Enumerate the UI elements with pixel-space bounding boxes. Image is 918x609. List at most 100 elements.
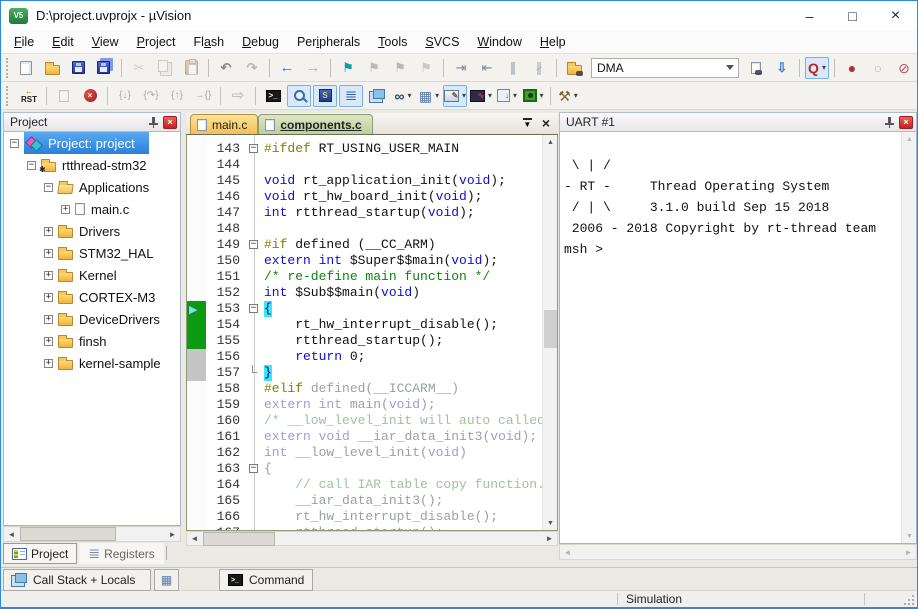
scroll-right-icon[interactable]: ► <box>901 545 916 559</box>
maximize-button[interactable]: □ <box>831 1 874 30</box>
close-button[interactable]: × <box>874 1 917 30</box>
callstack-window-button[interactable] <box>365 85 389 107</box>
memory-windows-button[interactable]: ▦▾ <box>417 85 441 107</box>
scroll-down-icon[interactable]: ▼ <box>902 529 917 543</box>
tab-call-stack-locals[interactable]: Call Stack + Locals <box>3 569 151 591</box>
scrollbar-thumb[interactable] <box>203 532 275 546</box>
paste-button[interactable] <box>179 57 203 79</box>
toolbox-button[interactable]: ⚒▾ <box>556 85 580 107</box>
fold-collapse-icon[interactable]: − <box>249 304 258 313</box>
scroll-right-icon[interactable]: ► <box>165 527 180 541</box>
indent-button[interactable]: ⇥ <box>449 57 473 79</box>
collapse-icon[interactable]: − <box>44 183 53 192</box>
uart-vertical-scrollbar[interactable]: ▲ ▼ <box>901 132 916 543</box>
expand-icon[interactable]: + <box>44 315 53 324</box>
tree-item-main-c[interactable]: +main.c <box>4 198 180 220</box>
run-to-cursor-button[interactable]: →{} <box>191 85 215 107</box>
scrollbar-thumb[interactable] <box>544 310 557 348</box>
save-button[interactable] <box>66 57 90 79</box>
trace-windows-button[interactable]: ↓▾ <box>495 85 519 107</box>
unindent-button[interactable]: ⇤ <box>475 57 499 79</box>
watch-windows-button[interactable]: ∞▾ <box>391 85 415 107</box>
redo-button[interactable]: ↷ <box>240 57 264 79</box>
bookmark-next-button[interactable]: ⚑ <box>362 57 386 79</box>
scroll-right-icon[interactable]: ► <box>542 532 557 546</box>
uart-terminal[interactable]: \ | /- RT - Thread Operating System / | … <box>559 132 917 544</box>
bookmark-prev-button[interactable]: ⚑ <box>388 57 412 79</box>
collapse-icon[interactable]: − <box>27 161 36 170</box>
document-list-icon[interactable]: ▼ <box>523 118 532 128</box>
close-document-icon[interactable]: × <box>542 116 550 130</box>
breakpoint-enable-disable-button[interactable]: ○ <box>866 57 890 79</box>
bookmark-toggle-button[interactable]: ⚑ <box>336 57 360 79</box>
minimize-button[interactable]: – <box>788 1 831 30</box>
bookmark-clear-all-button[interactable]: ⚑ <box>414 57 438 79</box>
reset-button[interactable]: ←RST <box>17 85 41 107</box>
expand-icon[interactable]: + <box>44 249 53 258</box>
disassembly-window-button[interactable] <box>287 85 311 107</box>
tree-item-finsh[interactable]: +finsh <box>4 330 180 352</box>
menu-window[interactable]: Window <box>468 32 530 52</box>
show-next-statement-button[interactable] <box>52 85 76 107</box>
expand-icon[interactable]: + <box>44 359 53 368</box>
find-all-references-button[interactable]: Q▾ <box>805 57 829 79</box>
collapse-icon[interactable]: − <box>10 139 19 148</box>
new-file-button[interactable] <box>14 57 38 79</box>
navigate-back-button[interactable]: ← <box>275 57 299 79</box>
step-out-button[interactable]: {↑} <box>165 85 189 107</box>
expand-icon[interactable]: + <box>44 271 53 280</box>
tree-item-cortex-m3[interactable]: +CORTEX-M3 <box>4 286 180 308</box>
editor-horizontal-scrollbar[interactable]: ◄ ► <box>186 531 558 546</box>
tab-command[interactable]: >_ Command <box>219 569 313 591</box>
comment-selection-button[interactable]: ∥ <box>501 57 525 79</box>
tab-registers[interactable]: ≣ Registers <box>79 543 163 564</box>
project-panel-close-icon[interactable]: × <box>163 116 177 129</box>
stop-debug-button[interactable]: × <box>78 85 102 107</box>
menu-debug[interactable]: Debug <box>233 32 288 52</box>
pin-icon[interactable] <box>885 117 894 127</box>
tree-item-drivers[interactable]: +Drivers <box>4 220 180 242</box>
serial-windows-button[interactable]: ✎▾ <box>443 85 467 107</box>
tab-project[interactable]: Project <box>3 543 77 564</box>
menu-file[interactable]: File <box>5 32 43 52</box>
step-into-button[interactable]: {↓} <box>113 85 137 107</box>
tree-item-kernel[interactable]: +Kernel <box>4 264 180 286</box>
copy-button[interactable] <box>153 57 177 79</box>
menu-flash[interactable]: Flash <box>185 32 234 52</box>
scroll-left-icon[interactable]: ◄ <box>560 545 575 559</box>
project-horizontal-scrollbar[interactable]: ◄ ► <box>3 526 181 542</box>
code-lines[interactable]: 143−#ifdef RT_USING_USER_MAIN144145void … <box>206 135 542 530</box>
tree-item-stm32-hal[interactable]: +STM32_HAL <box>4 242 180 264</box>
uart-panel-close-icon[interactable]: × <box>899 116 913 129</box>
tree-item-applications[interactable]: −Applications <box>4 176 180 198</box>
system-viewer-button[interactable]: ▾ <box>521 85 545 107</box>
find-text-combo[interactable] <box>591 58 739 78</box>
expand-icon[interactable]: + <box>44 337 53 346</box>
scroll-left-icon[interactable]: ◄ <box>4 527 19 541</box>
scroll-up-icon[interactable]: ▲ <box>902 132 917 146</box>
uart-horizontal-scrollbar[interactable]: ◄ ► <box>559 544 917 560</box>
incremental-find-button[interactable]: ⇩ <box>770 57 794 79</box>
expand-icon[interactable]: + <box>44 293 53 302</box>
combo-dropdown-button[interactable] <box>721 59 738 77</box>
menu-help[interactable]: Help <box>531 32 575 52</box>
open-file-button[interactable] <box>40 57 64 79</box>
resize-grip[interactable] <box>902 593 914 605</box>
symbol-window-button[interactable]: S <box>313 85 337 107</box>
menu-project[interactable]: Project <box>128 32 185 52</box>
menu-tools[interactable]: Tools <box>369 32 416 52</box>
scroll-left-icon[interactable]: ◄ <box>187 532 202 546</box>
tree-item-project-project[interactable]: −Project: project <box>4 132 180 154</box>
breakpoint-disable-all-button[interactable]: ⊘ <box>892 57 916 79</box>
fold-collapse-icon[interactable]: − <box>249 464 258 473</box>
memory-window-button[interactable]: ▦ <box>154 569 179 591</box>
fold-collapse-icon[interactable]: − <box>249 144 258 153</box>
tree-item-rtthread-stm32[interactable]: −✱rtthread-stm32 <box>4 154 180 176</box>
tab-components-c[interactable]: components.c <box>258 114 372 134</box>
menu-peripherals[interactable]: Peripherals <box>288 32 369 52</box>
scrollbar-thumb[interactable] <box>20 527 116 541</box>
cut-button[interactable]: ✂ <box>127 57 151 79</box>
save-all-button[interactable] <box>92 57 116 79</box>
expand-icon[interactable]: + <box>61 205 70 214</box>
pin-icon[interactable] <box>149 117 158 127</box>
